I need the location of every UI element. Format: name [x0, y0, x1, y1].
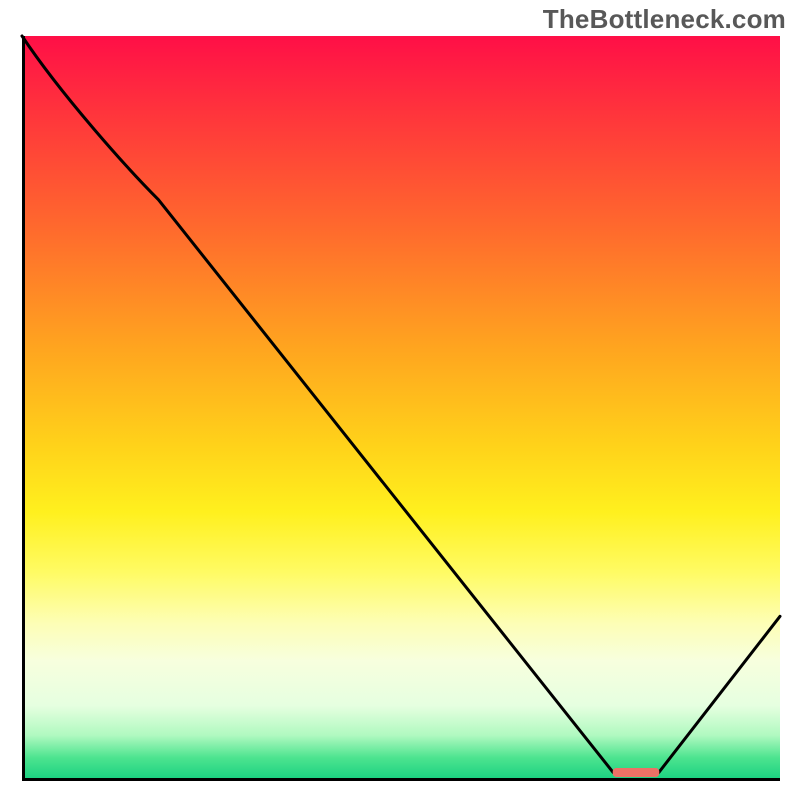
- chart-stage: TheBottleneck.com: [0, 0, 800, 800]
- optimal-segment-marker: [613, 769, 658, 777]
- y-axis: [22, 36, 25, 780]
- bottleneck-curve: [22, 36, 780, 773]
- x-axis: [22, 778, 780, 781]
- curve-layer: [22, 36, 780, 780]
- watermark-text: TheBottleneck.com: [543, 4, 786, 35]
